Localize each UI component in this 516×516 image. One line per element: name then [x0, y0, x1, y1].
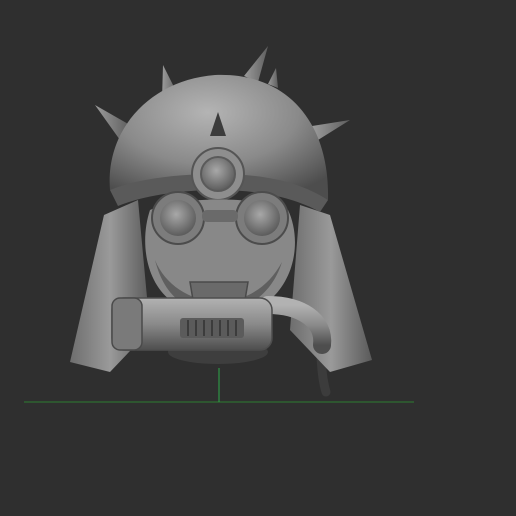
viewport-canvas[interactable]: [0, 0, 516, 516]
goggle-bridge: [202, 210, 238, 222]
3d-viewport[interactable]: [0, 0, 516, 516]
spike-right-outer: [312, 120, 350, 140]
hose-grille-slots: [187, 320, 237, 336]
forehead-ring-inner: [200, 156, 236, 192]
right-side-flap: [290, 205, 372, 372]
sculpted-helmet-model[interactable]: [70, 46, 372, 397]
left-goggle-lens: [160, 200, 196, 236]
spike-right-small: [268, 68, 278, 88]
hose-end-cap: [111, 297, 143, 351]
spike-right-top: [244, 46, 268, 82]
right-goggle-lens: [244, 200, 280, 236]
